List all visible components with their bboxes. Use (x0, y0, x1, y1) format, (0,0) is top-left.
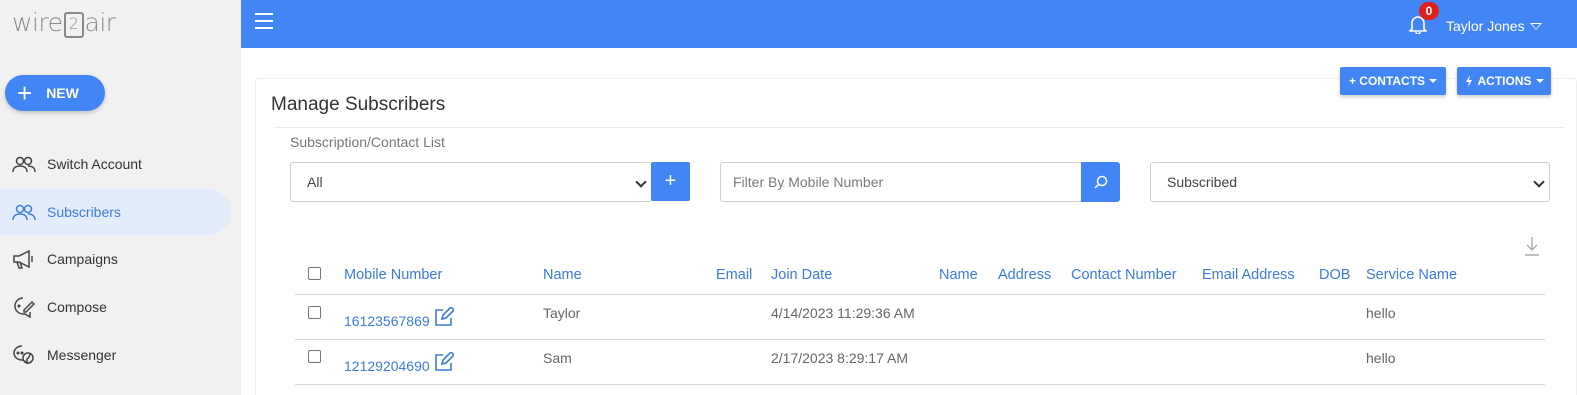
actions-button[interactable]: ACTIONS (1457, 67, 1551, 95)
search-icon (1093, 175, 1107, 189)
row-name: Taylor (543, 305, 581, 321)
row-join-date: 4/14/2023 11:29:36 AM (771, 305, 915, 321)
new-button-label: NEW (46, 85, 79, 101)
row-join-date: 2/17/2023 8:29:17 AM (771, 350, 908, 366)
header-divider (295, 294, 1545, 295)
sidebar: wire 2 air + NEW Switch Account Subscrib… (0, 0, 241, 395)
bolt-icon (1465, 75, 1472, 87)
mobile-filter-input[interactable] (720, 162, 1082, 202)
add-list-button[interactable]: + (651, 162, 690, 201)
row-service-name: hello (1366, 305, 1396, 321)
sidebar-item-campaigns[interactable]: Campaigns (0, 236, 231, 282)
user-menu[interactable]: Taylor Jones (1446, 18, 1542, 34)
row-checkbox[interactable] (308, 350, 321, 363)
new-button[interactable]: + NEW (5, 75, 105, 111)
actions-button-label: ACTIONS (1477, 74, 1532, 88)
top-bar: 0 Taylor Jones (241, 0, 1577, 48)
chevron-down-icon (635, 176, 647, 188)
column-header-service-name[interactable]: Service Name (1366, 267, 1457, 283)
subscribers-card (255, 78, 1577, 395)
chat-icon (13, 345, 34, 365)
caret-down-icon (1535, 79, 1544, 83)
logo-text-2: 2 (63, 11, 84, 38)
title-divider (274, 127, 1564, 128)
notification-badge: 0 (1419, 2, 1439, 20)
sidebar-item-messenger[interactable]: Messenger (0, 332, 231, 378)
user-name: Taylor Jones (1446, 18, 1525, 34)
download-icon[interactable] (1524, 236, 1540, 256)
hamburger-menu-icon[interactable] (255, 13, 273, 29)
logo-text-air: air (84, 8, 117, 37)
caret-down-icon (1529, 22, 1542, 30)
row-divider (295, 339, 1545, 340)
list-select[interactable]: All (290, 162, 652, 202)
column-header-name-2[interactable]: Name (939, 267, 978, 283)
page-title: Manage Subscribers (271, 94, 446, 115)
list-label: Subscription/Contact List (290, 134, 445, 150)
row-mobile-link[interactable]: 12129204690 (344, 358, 430, 374)
column-header-address[interactable]: Address (998, 267, 1051, 283)
column-header-join-date[interactable]: Join Date (771, 267, 832, 283)
column-header-email[interactable]: Email (716, 267, 752, 283)
users-icon (12, 156, 36, 173)
row-name: Sam (543, 350, 572, 366)
search-button[interactable] (1081, 162, 1120, 202)
list-select-value: All (307, 174, 323, 190)
column-header-mobile[interactable]: Mobile Number (344, 267, 442, 283)
sidebar-item-label: Compose (47, 299, 107, 315)
sidebar-item-label: Campaigns (47, 251, 118, 267)
contacts-button[interactable]: + CONTACTS (1340, 67, 1446, 95)
users-icon (12, 204, 36, 221)
chevron-down-icon (1533, 176, 1545, 188)
sidebar-item-subscribers[interactable]: Subscribers (0, 189, 231, 235)
column-header-contact-number[interactable]: Contact Number (1071, 267, 1177, 283)
edit-icon[interactable] (434, 352, 454, 372)
compose-icon (14, 297, 36, 318)
column-header-email-address[interactable]: Email Address (1202, 267, 1295, 283)
status-select[interactable]: Subscribed (1150, 162, 1550, 202)
edit-icon[interactable] (434, 307, 454, 327)
row-mobile-link[interactable]: 16123567869 (344, 313, 430, 329)
sidebar-item-compose[interactable]: Compose (0, 284, 231, 330)
row-service-name: hello (1366, 350, 1396, 366)
sidebar-item-label: Messenger (47, 347, 117, 363)
logo-text-wire: wire (12, 8, 63, 37)
row-divider (295, 384, 1545, 385)
select-all-checkbox[interactable] (308, 267, 321, 280)
sidebar-item-label: Subscribers (47, 204, 121, 220)
status-select-value: Subscribed (1167, 174, 1238, 190)
sidebar-item-label: Switch Account (47, 156, 142, 172)
megaphone-icon (13, 249, 33, 269)
sidebar-item-switch-account[interactable]: Switch Account (0, 141, 231, 187)
caret-down-icon (1429, 79, 1438, 83)
column-header-name[interactable]: Name (543, 267, 582, 283)
contacts-button-label: + CONTACTS (1348, 74, 1426, 88)
row-checkbox[interactable] (308, 306, 321, 319)
column-header-dob[interactable]: DOB (1319, 267, 1350, 283)
wire2air-logo[interactable]: wire 2 air (12, 8, 117, 38)
plus-icon: + (17, 78, 33, 108)
